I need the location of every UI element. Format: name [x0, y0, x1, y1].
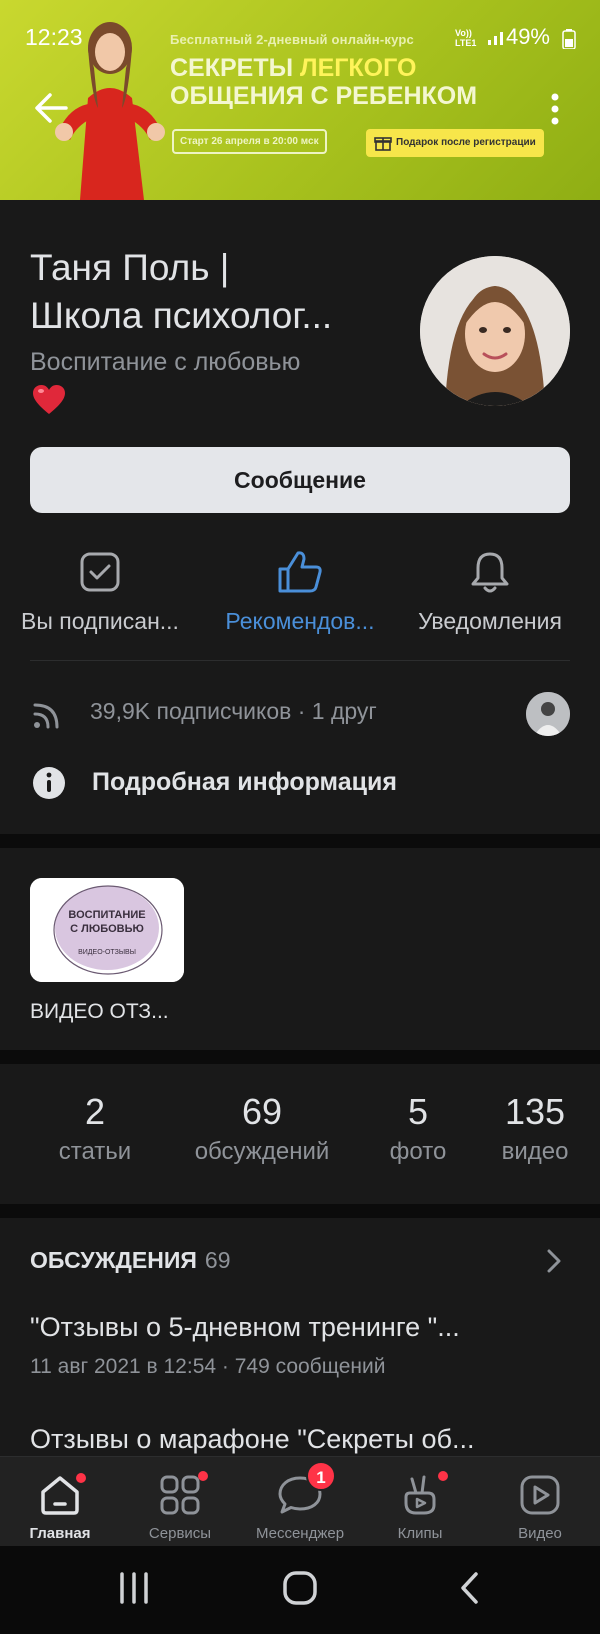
discussions-count: 69	[241, 1091, 283, 1132]
section-separator	[0, 1204, 600, 1218]
section-separator	[0, 1050, 600, 1064]
topic-meta: 11 авг 2021 в 12:54 · 749 сообщений	[30, 1355, 386, 1378]
notifications-action[interactable]: Уведомления	[390, 548, 590, 635]
articles-count: 2	[84, 1091, 106, 1132]
clock: 12:23	[25, 24, 83, 50]
nav-messenger-label: Мессенджер	[255, 1525, 345, 1542]
videos-caption: видео	[501, 1138, 569, 1165]
discussions-caption: обсуждений	[194, 1138, 330, 1165]
subscribed-label: Вы подписан...	[21, 608, 179, 634]
recent-apps-icon[interactable]	[116, 1570, 152, 1606]
divider	[30, 660, 570, 661]
home-icon	[41, 1476, 79, 1515]
back-arrow-icon[interactable]	[30, 88, 70, 128]
system-navigation-bar	[0, 1546, 600, 1634]
videos-count: 135	[504, 1091, 566, 1132]
check-square-icon	[80, 552, 120, 592]
notification-dot	[198, 1471, 208, 1481]
notification-dot	[76, 1473, 86, 1483]
home-button-icon[interactable]	[282, 1570, 318, 1606]
nav-video[interactable]: Видео	[480, 1471, 600, 1542]
album-cover-line1: ВОСПИТАНИЕ	[68, 909, 145, 921]
discussion-topic[interactable]: Отзывы о марафоне "Секреты об...	[30, 1424, 570, 1455]
notifications-label: Уведомления	[418, 608, 562, 634]
video-album-card[interactable]: ВОСПИТАНИЕ С ЛЮБОВЬЮ ВИДЕО-ОТЗЫВЫ	[30, 878, 184, 982]
discussions-header[interactable]: ОБСУЖДЕНИЯ 69	[30, 1247, 231, 1274]
discussions-title: ОБСУЖДЕНИЯ	[30, 1247, 197, 1273]
details-label: Подробная информация	[92, 768, 397, 796]
info-icon	[33, 767, 65, 799]
details-row[interactable]: Подробная информация	[30, 764, 570, 804]
nav-video-label: Видео	[518, 1525, 562, 1542]
banner-gift-badge: Подарок после регистрации	[366, 129, 544, 157]
nav-home-label: Главная	[29, 1525, 91, 1542]
articles-counter[interactable]: 2 статьи	[42, 1090, 148, 1166]
thumbs-up-icon	[278, 551, 322, 593]
signal-icon	[488, 32, 503, 45]
community-avatar[interactable]	[420, 256, 570, 406]
photos-counter[interactable]: 5 фото	[376, 1090, 460, 1166]
topic-title: "Отзывы о 5-дневном тренинге "...	[30, 1312, 460, 1342]
chevron-right-icon[interactable]	[546, 1248, 562, 1274]
bottom-navigation: Главная Сервисы 1 Мессенджер Клипы Видео	[0, 1456, 600, 1546]
discussions-count-badge: 69	[204, 1247, 231, 1273]
subscribed-action[interactable]: Вы подписан...	[0, 548, 200, 635]
discussion-topic[interactable]: "Отзывы о 5-дневном тренинге "... 11 авг…	[30, 1312, 570, 1379]
topic-title: Отзывы о марафоне "Секреты об...	[30, 1424, 475, 1454]
section-separator	[0, 834, 600, 848]
subscribers-count: 39,9K подписчиков · 1 друг	[90, 698, 377, 724]
message-button[interactable]: Сообщение	[30, 447, 570, 513]
nav-home[interactable]: Главная	[0, 1471, 120, 1542]
gift-icon	[374, 137, 392, 151]
nav-clips-label: Клипы	[397, 1525, 443, 1542]
battery-percent: 49%	[505, 24, 550, 49]
community-status: Воспитание с любовью	[30, 348, 301, 376]
services-grid-icon	[160, 1475, 200, 1515]
videos-counter[interactable]: 135 видео	[490, 1090, 580, 1166]
action-row: Вы подписан... Рекомендов... Уведомления	[0, 548, 600, 638]
friend-avatar[interactable]	[526, 692, 570, 736]
community-title: Таня Поль | Школа психолог...	[30, 247, 333, 336]
video-play-icon	[520, 1475, 560, 1515]
avatar-photo	[420, 256, 570, 406]
status-bar: 12:23 Vo)) LTE1 49%	[0, 20, 600, 54]
photos-count: 5	[407, 1091, 429, 1132]
counters-row: 2 статьи 69 обсуждений 5 фото 135 видео	[0, 1090, 600, 1180]
bell-icon	[471, 552, 509, 593]
album-cover: ВОСПИТАНИЕ С ЛЮБОВЬЮ ВИДЕО-ОТЗЫВЫ	[30, 878, 184, 982]
discussions-counter[interactable]: 69 обсуждений	[180, 1090, 344, 1166]
album-cover-line2: С ЛЮБОВЬЮ	[70, 923, 144, 935]
battery-icon	[562, 29, 576, 49]
notification-dot	[438, 1471, 448, 1481]
nav-services-label: Сервисы	[148, 1525, 212, 1542]
photos-caption: фото	[389, 1138, 447, 1165]
clips-icon	[404, 1475, 436, 1515]
rss-icon	[33, 703, 59, 729]
recommend-label: Рекомендов...	[225, 608, 375, 634]
unread-badge: 1	[306, 1461, 336, 1491]
heart-icon	[33, 385, 65, 414]
banner-headline: СЕКРЕТЫ ЛЕГКОГО	[170, 54, 417, 82]
nav-messenger[interactable]: 1 Мессенджер	[240, 1461, 360, 1542]
recommend-action[interactable]: Рекомендов...	[200, 548, 400, 635]
nav-services[interactable]: Сервисы	[120, 1471, 240, 1542]
friend-avatar-image	[526, 692, 570, 736]
banner-start-date: Старт 26 апреля в 20:00 мск	[172, 129, 327, 154]
album-cover-line3: ВИДЕО-ОТЗЫВЫ	[78, 949, 136, 956]
network-indicator: Vo)) LTE1	[455, 28, 477, 48]
more-options-icon[interactable]	[548, 92, 562, 126]
nav-clips[interactable]: Клипы	[360, 1471, 480, 1542]
articles-caption: статьи	[58, 1138, 132, 1165]
banner-headline-line2: ОБЩЕНИЯ С РЕБЕНКОМ	[170, 82, 478, 110]
subscribers-row[interactable]: 39,9K подписчиков · 1 друг	[30, 692, 570, 736]
system-back-icon[interactable]	[458, 1570, 482, 1606]
album-label[interactable]: ВИДЕО ОТЗ...	[30, 1000, 169, 1024]
